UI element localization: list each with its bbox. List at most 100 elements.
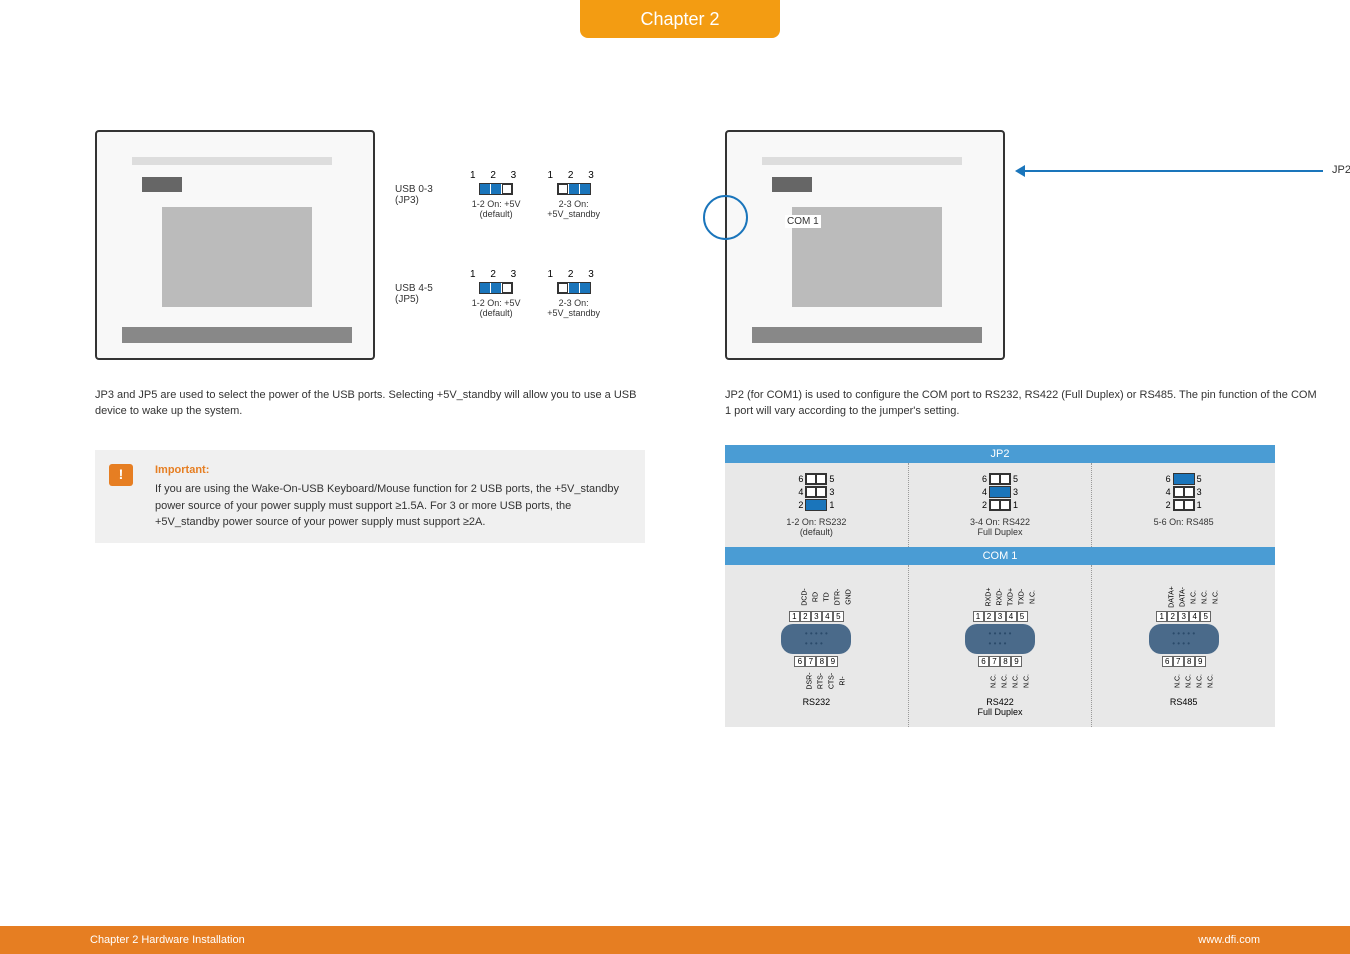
left-board-area: USB 0-3 (JP3)1 2 31-2 On: +5V (default)1… xyxy=(95,130,645,360)
jumper-pin xyxy=(1174,474,1184,484)
jumper-option: 1 2 31-2 On: +5V (default) xyxy=(470,170,522,219)
pin-num-left: 2 xyxy=(982,500,987,510)
pin-num-right: 1 xyxy=(1013,500,1018,510)
com-top-pin-nums: 12345 xyxy=(973,611,1028,622)
right-board-area: COM 1 JP2 xyxy=(725,130,1323,360)
com-pin-signal: N.C. xyxy=(1008,591,1036,602)
com-bottom-pin-labels: N.C.N.C.N.C.N.C. xyxy=(1162,667,1206,695)
com-top-pin-nums: 12345 xyxy=(1156,611,1211,622)
jp2-option-cell: 65 4 3 2 1 1-2 On: RS232 (default) xyxy=(725,463,909,547)
important-title: Important: xyxy=(155,462,633,479)
pin-num-left: 6 xyxy=(982,474,987,484)
com-mode-cell: DATA+DATA-N.C.N.C.N.C.123456789N.C.N.C.N… xyxy=(1092,565,1275,727)
jumper-option: 1 2 32-3 On: +5V_standby xyxy=(547,170,600,219)
com-port-body xyxy=(781,624,851,654)
jp2-pin-pair xyxy=(1173,473,1195,485)
right-column: COM 1 JP2 JP2 (for COM1) is used to conf… xyxy=(725,130,1323,727)
com1-label: COM 1 xyxy=(785,215,821,228)
com-top-pin-labels: DATA+DATA-N.C.N.C.N.C. xyxy=(1156,583,1211,611)
jumper-pin xyxy=(491,283,501,293)
com-pin-num: 8 xyxy=(1000,656,1011,667)
content-area: USB 0-3 (JP3)1 2 31-2 On: +5V (default)1… xyxy=(95,130,1295,727)
com-pin-num: 9 xyxy=(1195,656,1206,667)
jumper-pin xyxy=(558,184,568,194)
com-pin-num: 2 xyxy=(984,611,995,622)
jumper-pin xyxy=(502,184,512,194)
com-pin-signal: GND xyxy=(824,591,852,602)
com-port-body xyxy=(1149,624,1219,654)
com-top-pin-nums: 12345 xyxy=(789,611,844,622)
jp2-option-label: 3-4 On: RS422 Full Duplex xyxy=(970,517,1030,537)
jumper-pin xyxy=(569,283,579,293)
pin-num-right: 1 xyxy=(1197,500,1202,510)
com1-modes-row: DCD-RDTDDTR-GND123456789DSR-RTS-CTS-RI-R… xyxy=(725,565,1275,727)
motherboard-image-left xyxy=(95,130,375,360)
com-pin-signal: N.C. xyxy=(1186,675,1214,686)
jumper-pin-numbers: 1 2 3 xyxy=(470,269,522,280)
com-port-body xyxy=(965,624,1035,654)
jp2-pin-pair xyxy=(1173,499,1195,511)
important-text: If you are using the Wake-On-USB Keyboar… xyxy=(155,481,633,531)
jp2-pin-pair xyxy=(805,473,827,485)
jumper-pin xyxy=(806,487,816,497)
jumper-group: USB 0-3 (JP3) 1 2 31-2 On: +5V (default) 1… xyxy=(395,170,600,219)
jumper-pin xyxy=(816,500,826,510)
com-connector-diagram: DCD-RDTDDTR-GND123456789DSR-RTS-CTS-RI-R… xyxy=(781,583,851,707)
com-bottom-pin-labels: DSR-RTS-CTS-RI- xyxy=(794,667,838,695)
pin-num-right: 5 xyxy=(829,474,834,484)
jumper-pin xyxy=(1184,474,1194,484)
jp2-option-label: 5-6 On: RS485 xyxy=(1154,517,1214,527)
jp2-option-label: 1-2 On: RS232 (default) xyxy=(786,517,846,537)
footer-right: www.dfi.com xyxy=(1198,934,1260,946)
jumper-group-label: USB 4-5 (JP5) xyxy=(395,283,445,305)
jumper-pin xyxy=(558,283,568,293)
jumper-pin xyxy=(502,283,512,293)
com-pin-num: 2 xyxy=(800,611,811,622)
jumper-pin xyxy=(1174,500,1184,510)
com-pin-num: 7 xyxy=(1173,656,1184,667)
jp2-pin-pair xyxy=(805,499,827,511)
com-connector-diagram: RXD+RXD-TXD+TXD-N.C.123456789N.C.N.C.N.C… xyxy=(965,583,1035,717)
com-pin-num: 9 xyxy=(827,656,838,667)
com-pin-num: 2 xyxy=(1167,611,1178,622)
jp2-description: JP2 (for COM1) is used to configure the … xyxy=(725,388,1323,420)
com-pin-signal: N.C. xyxy=(1192,591,1220,602)
important-note-box: ! Important: If you are using the Wake-O… xyxy=(95,450,645,543)
com-bottom-pin-labels: N.C.N.C.N.C.N.C. xyxy=(978,667,1022,695)
jumper-option-desc: 1-2 On: +5V (default) xyxy=(472,298,521,318)
com1-table-header: COM 1 xyxy=(725,547,1275,565)
pin-num-left: 4 xyxy=(798,487,803,497)
jumper-pin xyxy=(816,487,826,497)
com-pin-num: 5 xyxy=(1017,611,1028,622)
com-mode-label: RS485 xyxy=(1170,697,1198,707)
jumper-option: 1 2 32-3 On: +5V_standby xyxy=(547,269,600,318)
jumper-pin xyxy=(806,474,816,484)
pin-num-right: 1 xyxy=(829,500,834,510)
pin-num-right: 3 xyxy=(829,487,834,497)
jp2-jumper-row: 65 xyxy=(1166,473,1202,485)
com-mode-label: RS422 Full Duplex xyxy=(977,697,1022,717)
com-bottom-pin-nums: 6789 xyxy=(978,656,1022,667)
com-pin-num: 5 xyxy=(1200,611,1211,622)
jumper-option-desc: 2-3 On: +5V_standby xyxy=(547,298,600,318)
jumper-pins xyxy=(479,183,513,195)
jp2-option-cell: 6543213-4 On: RS422 Full Duplex xyxy=(909,463,1093,547)
motherboard-image-right xyxy=(725,130,1005,360)
com-pin-signal: RI- xyxy=(819,675,847,686)
jp2-jumper-row: 65 xyxy=(798,473,834,485)
usb-power-description: JP3 and JP5 are used to select the power… xyxy=(95,388,645,420)
jp2-table-header: JP2 xyxy=(725,445,1275,463)
com-pin-num: 8 xyxy=(816,656,827,667)
usb-jumper-diagrams: USB 0-3 (JP3)1 2 31-2 On: +5V (default)1… xyxy=(395,130,600,318)
jumper-pin xyxy=(1000,487,1010,497)
com-pin-num: 8 xyxy=(1184,656,1195,667)
com-pin-num: 7 xyxy=(805,656,816,667)
pin-num-right: 5 xyxy=(1197,474,1202,484)
jumper-pin xyxy=(1000,500,1010,510)
jumper-option-desc: 2-3 On: +5V_standby xyxy=(547,199,600,219)
jumper-pin xyxy=(569,184,579,194)
pin-num-left: 2 xyxy=(798,500,803,510)
jumper-group-label: USB 0-3 (JP3) xyxy=(395,184,445,206)
com-pin-num: 5 xyxy=(833,611,844,622)
com-pin-num: 1 xyxy=(1156,611,1167,622)
